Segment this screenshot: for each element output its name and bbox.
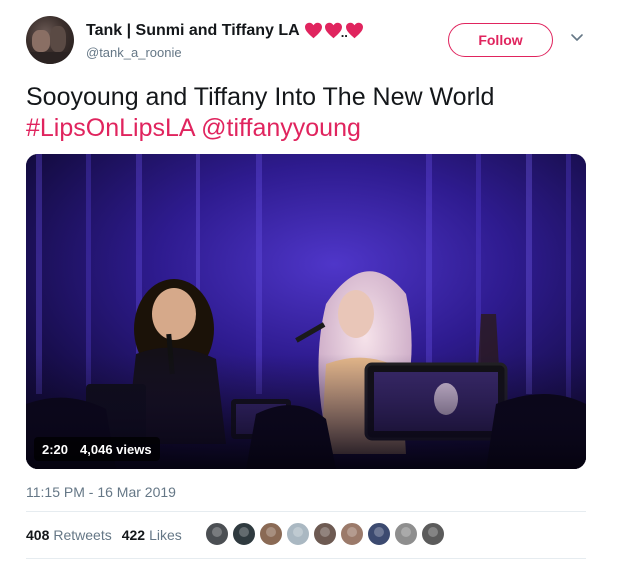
liker-avatar[interactable] xyxy=(394,522,418,546)
liker-avatar[interactable] xyxy=(205,522,229,546)
video-player[interactable]: 2:20 4,046 views xyxy=(26,154,586,469)
retweets-stat[interactable]: 408 Retweets xyxy=(26,527,112,543)
liker-avatars xyxy=(205,522,448,546)
heart-icon xyxy=(345,22,363,39)
video-duration: 2:20 xyxy=(42,441,69,457)
likes-count: 422 xyxy=(121,527,146,543)
user-handle[interactable]: @tank_a_roonie xyxy=(86,45,182,60)
liker-avatar[interactable] xyxy=(421,522,445,546)
likes-label: Likes xyxy=(149,527,182,543)
avatar-shape xyxy=(26,52,74,64)
likes-stat[interactable]: 422 Likes xyxy=(122,527,182,543)
retweets-count: 408 xyxy=(26,527,50,543)
tweet-text: Sooyoung and Tiffany Into The New World … xyxy=(26,82,596,144)
tweet-stats: 408 Retweets 422 Likes xyxy=(26,527,192,543)
retweets-label: Retweets xyxy=(53,527,112,543)
heart-emojis: .. xyxy=(304,21,365,40)
liker-avatar[interactable] xyxy=(313,522,337,546)
video-views: 4,046 views xyxy=(80,441,152,457)
liker-avatar[interactable] xyxy=(259,522,283,546)
tweet-text-line: Sooyoung and Tiffany Into The New World xyxy=(26,83,495,111)
divider xyxy=(26,511,586,512)
avatar-shape xyxy=(32,30,50,52)
divider xyxy=(26,558,586,559)
heart-icon xyxy=(304,22,322,39)
user-avatar[interactable] xyxy=(26,16,74,64)
tweet-timestamp[interactable]: 11:15 PM - 16 Mar 2019 xyxy=(26,484,176,500)
hashtag-link[interactable]: #LipsOnLipsLA xyxy=(26,114,194,142)
liker-avatar[interactable] xyxy=(367,522,391,546)
chevron-down-icon[interactable] xyxy=(570,33,584,43)
mention-link[interactable]: @tiffanyyoung xyxy=(201,114,361,142)
display-name-row[interactable]: Tank | Sunmi and Tiffany LA .. xyxy=(86,21,365,40)
follow-button[interactable]: Follow xyxy=(448,23,553,57)
video-frame xyxy=(26,154,586,469)
display-name[interactable]: Tank | Sunmi and Tiffany LA xyxy=(86,22,300,40)
tweet-card: Tank | Sunmi and Tiffany LA .. @tank_a_r… xyxy=(0,0,625,561)
liker-avatar[interactable] xyxy=(340,522,364,546)
liker-avatar[interactable] xyxy=(232,522,256,546)
avatar-shape xyxy=(50,26,66,52)
video-info-badge: 2:20 4,046 views xyxy=(34,437,160,461)
liker-avatar[interactable] xyxy=(286,522,310,546)
